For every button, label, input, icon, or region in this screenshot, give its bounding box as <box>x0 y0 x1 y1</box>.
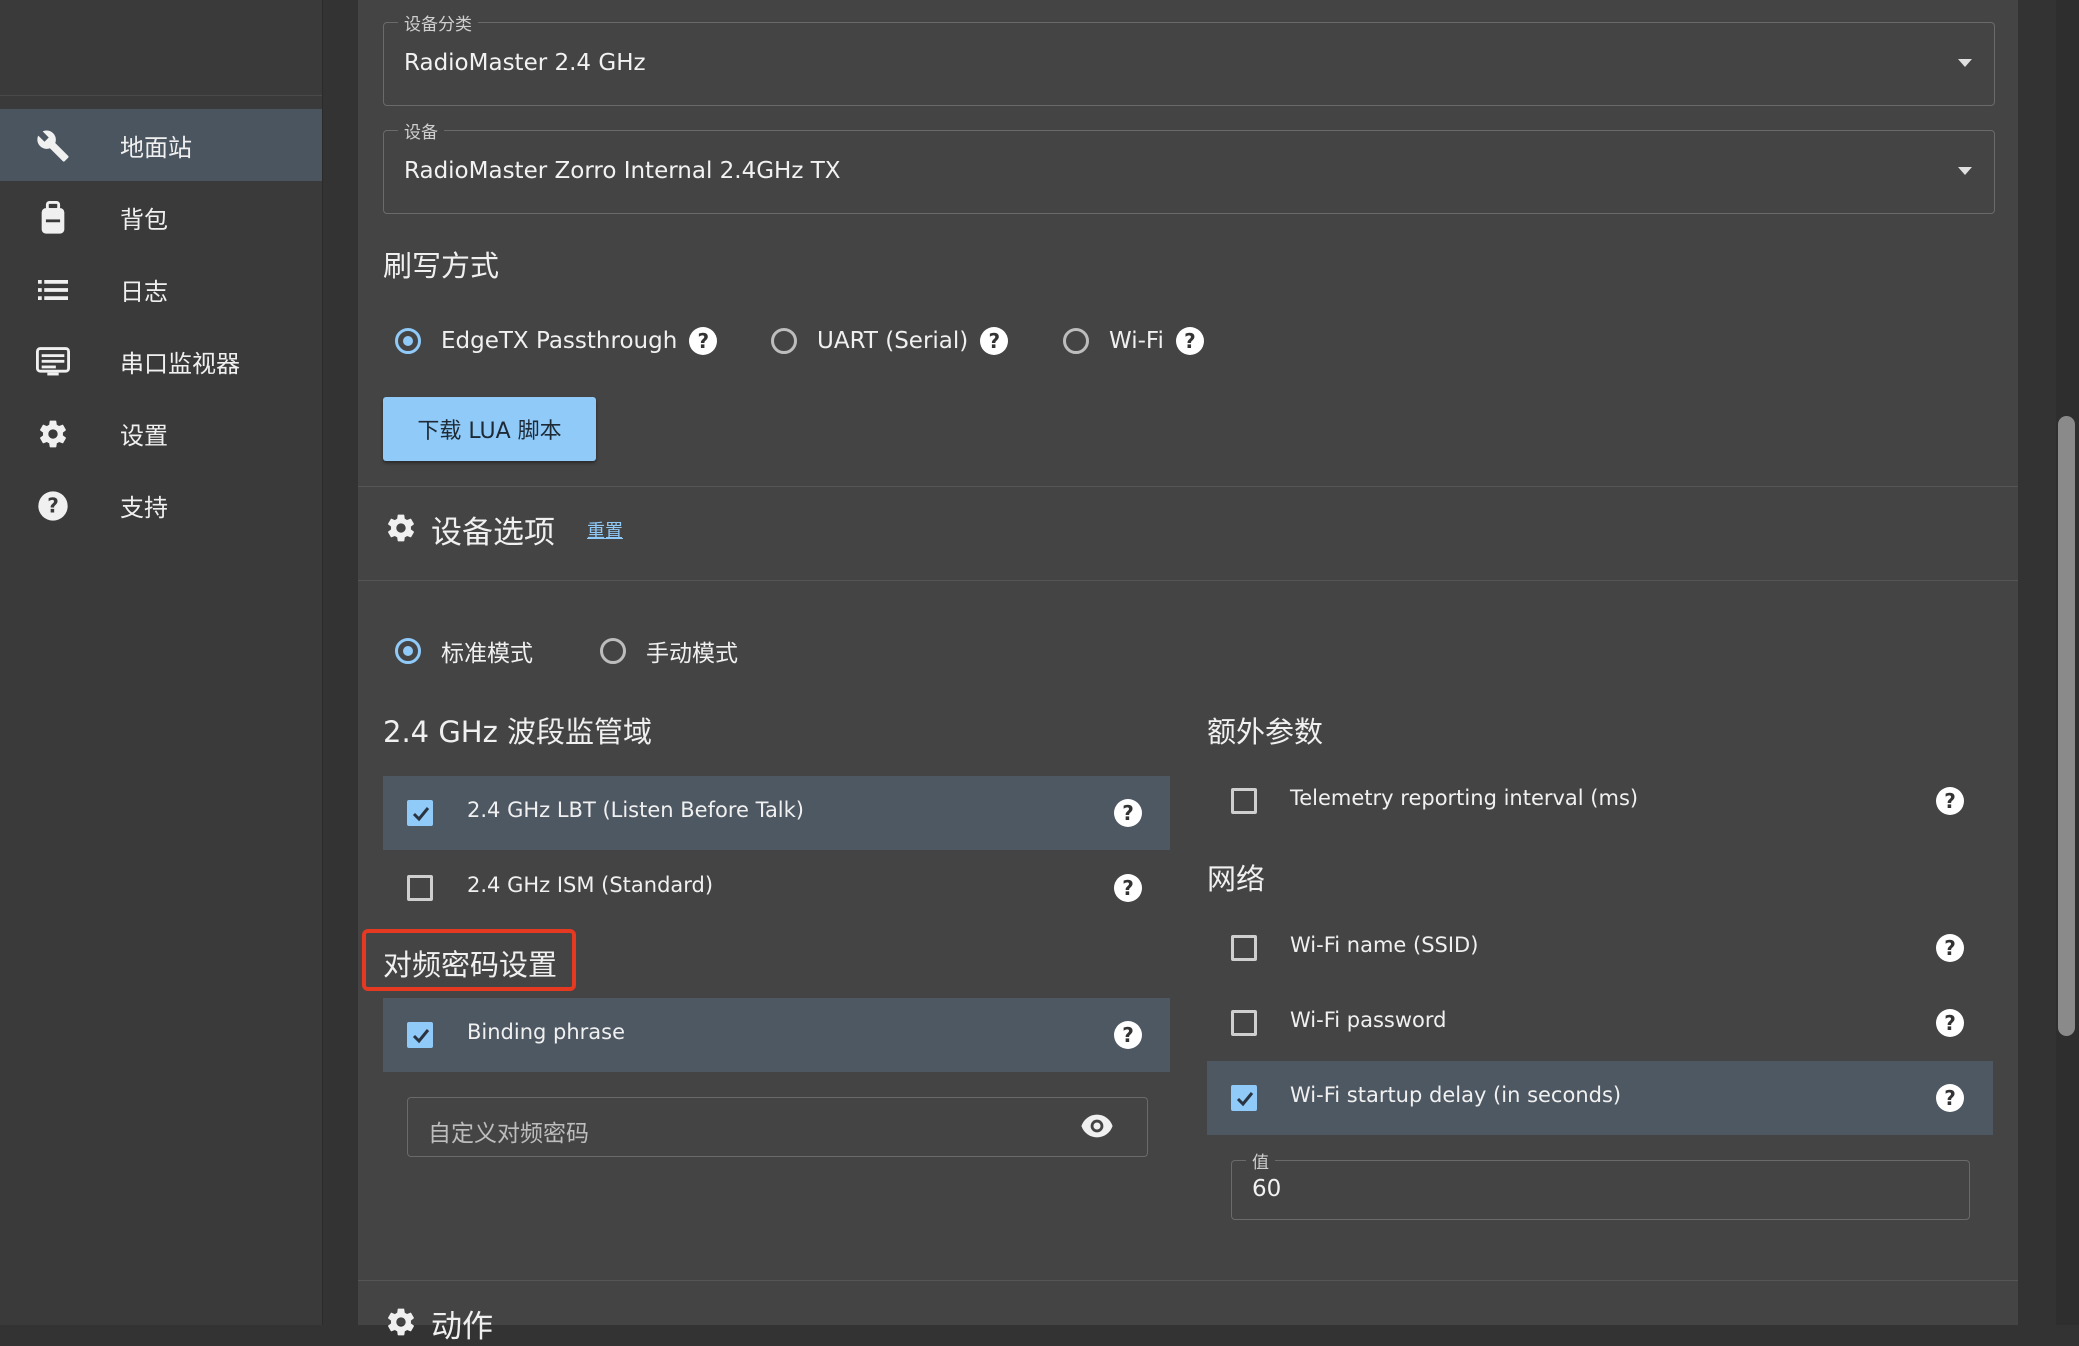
help-icon[interactable]: ? <box>1936 787 1964 815</box>
help-icon[interactable]: ? <box>689 327 718 355</box>
sidebar-item-label: 串口监视器 <box>120 349 240 378</box>
radio-label: 手动模式 <box>646 641 738 667</box>
network-title: 网络 <box>1207 862 1266 896</box>
list-icon <box>36 273 70 307</box>
option-label: 2.4 GHz LBT (Listen Before Talk) <box>467 798 804 822</box>
eye-icon[interactable] <box>1080 1113 1114 1143</box>
option-label: Binding phrase <box>467 1020 626 1044</box>
serial-monitor-icon <box>36 345 70 379</box>
option-label: Wi-Fi startup delay (in seconds) <box>1290 1083 1622 1107</box>
device-category-legend: 设备分类 <box>398 10 478 35</box>
sidebar-item-logs[interactable]: 日志 <box>0 253 322 325</box>
help-icon[interactable]: ? <box>1936 1084 1964 1112</box>
device-select[interactable]: 设备 RadioMaster Zorro Internal 2.4GHz TX <box>383 118 1995 214</box>
sidebar-item-serial-monitor[interactable]: 串口监视器 <box>0 325 322 397</box>
flash-method-title: 刷写方式 <box>383 249 500 283</box>
option-label: Wi-Fi name (SSID) <box>1290 933 1479 957</box>
radio-indicator[interactable] <box>771 328 797 354</box>
value-legend: 值 <box>1246 1148 1275 1173</box>
help-icon[interactable]: ? <box>1114 1021 1142 1049</box>
option-label: 2.4 GHz ISM (Standard) <box>467 873 714 897</box>
help-icon[interactable]: ? <box>980 327 1009 355</box>
radio-indicator[interactable] <box>395 638 421 664</box>
radio-label: Wi-Fi <box>1109 328 1164 354</box>
help-icon[interactable]: ? <box>1936 934 1964 962</box>
sidebar-item-ground-station[interactable]: 地面站 <box>0 109 322 181</box>
value-text: 60 <box>1252 1176 1282 1202</box>
radio-wifi[interactable]: Wi-Fi ? <box>1063 327 1204 355</box>
device-category-select[interactable]: 设备分类 RadioMaster 2.4 GHz <box>383 10 1995 106</box>
sidebar-item-label: 日志 <box>120 277 168 306</box>
radio-label: EdgeTX Passthrough <box>441 328 678 354</box>
help-icon: ? <box>36 489 70 523</box>
regulatory-title: 2.4 GHz 波段监管域 <box>383 715 653 749</box>
option-wifi-ssid[interactable]: Wi-Fi name (SSID) ? <box>1207 911 1993 985</box>
checkbox[interactable] <box>407 1022 433 1048</box>
sidebar-item-label: 支持 <box>120 493 168 522</box>
checkbox[interactable] <box>1231 788 1257 814</box>
device-category-value: RadioMaster 2.4 GHz <box>404 50 646 76</box>
radio-indicator[interactable] <box>1063 328 1089 354</box>
sidebar-item-label: 设置 <box>120 421 168 450</box>
option-label: Wi-Fi password <box>1290 1008 1447 1032</box>
option-lbt[interactable]: 2.4 GHz LBT (Listen Before Talk) ? <box>383 776 1170 850</box>
gear-icon <box>36 417 70 451</box>
radio-label: 标准模式 <box>441 641 533 667</box>
backpack-icon <box>36 201 70 235</box>
chevron-down-icon <box>1958 167 1972 175</box>
radio-indicator[interactable] <box>600 638 626 664</box>
option-label: Telemetry reporting interval (ms) <box>1290 786 1639 810</box>
svg-text:?: ? <box>47 494 59 518</box>
extra-params-title: 额外参数 <box>1207 715 1324 749</box>
binding-phrase-placeholder: 自定义对频密码 <box>428 1121 589 1147</box>
option-wifi-startup-delay[interactable]: Wi-Fi startup delay (in seconds) ? <box>1207 1061 1993 1135</box>
divider <box>358 580 2018 581</box>
help-icon[interactable]: ? <box>1114 874 1142 902</box>
help-icon[interactable]: ? <box>1936 1009 1964 1037</box>
sidebar-item-settings[interactable]: 设置 <box>0 397 322 469</box>
device-legend: 设备 <box>398 118 444 143</box>
divider <box>358 486 2018 487</box>
radio-indicator[interactable] <box>395 328 421 354</box>
checkbox[interactable] <box>1231 935 1257 961</box>
option-ism[interactable]: 2.4 GHz ISM (Standard) ? <box>383 851 1170 925</box>
checkbox[interactable] <box>407 875 433 901</box>
sidebar-item-label: 地面站 <box>120 133 192 162</box>
checkbox[interactable] <box>407 800 433 826</box>
wifi-startup-delay-input[interactable]: 值 60 <box>1231 1148 1970 1220</box>
actions-title: 动作 <box>431 1309 493 1345</box>
radio-uart-serial[interactable]: UART (Serial) ? <box>771 327 1009 355</box>
highlight-annotation <box>362 929 576 991</box>
sidebar-item-label: 背包 <box>120 205 168 234</box>
radio-standard-mode[interactable]: 标准模式 <box>395 634 533 668</box>
divider <box>358 1280 2018 1281</box>
device-value: RadioMaster Zorro Internal 2.4GHz TX <box>404 158 841 184</box>
radio-label: UART (Serial) <box>817 328 969 354</box>
sidebar: 地面站 背包 日志 串口监视器 设置 ? 支持 <box>0 0 323 1325</box>
help-icon[interactable]: ? <box>1175 327 1204 355</box>
option-binding-phrase[interactable]: Binding phrase ? <box>383 998 1170 1072</box>
radio-edgetx-passthrough[interactable]: EdgeTX Passthrough ? <box>395 327 718 355</box>
checkbox[interactable] <box>1231 1085 1257 1111</box>
option-wifi-password[interactable]: Wi-Fi password ? <box>1207 986 1993 1060</box>
device-options-title: 设备选项 <box>431 515 555 551</box>
sidebar-item-backpack[interactable]: 背包 <box>0 181 322 253</box>
sidebar-item-support[interactable]: ? 支持 <box>0 469 322 541</box>
checkbox[interactable] <box>1231 1010 1257 1036</box>
binding-phrase-input[interactable]: 自定义对频密码 <box>407 1097 1148 1157</box>
scrollbar-thumb[interactable] <box>2058 416 2075 1036</box>
download-lua-button[interactable]: 下载 LUA 脚本 <box>383 397 596 461</box>
radio-manual-mode[interactable]: 手动模式 <box>600 634 738 668</box>
option-telemetry-interval[interactable]: Telemetry reporting interval (ms) ? <box>1207 764 1993 838</box>
gear-icon <box>385 1306 417 1342</box>
help-icon[interactable]: ? <box>1114 799 1142 827</box>
reset-link[interactable]: 重置 <box>587 517 623 543</box>
sidebar-divider <box>0 95 322 96</box>
gear-icon <box>385 512 417 548</box>
chevron-down-icon <box>1958 59 1972 67</box>
wrench-icon <box>36 129 70 163</box>
